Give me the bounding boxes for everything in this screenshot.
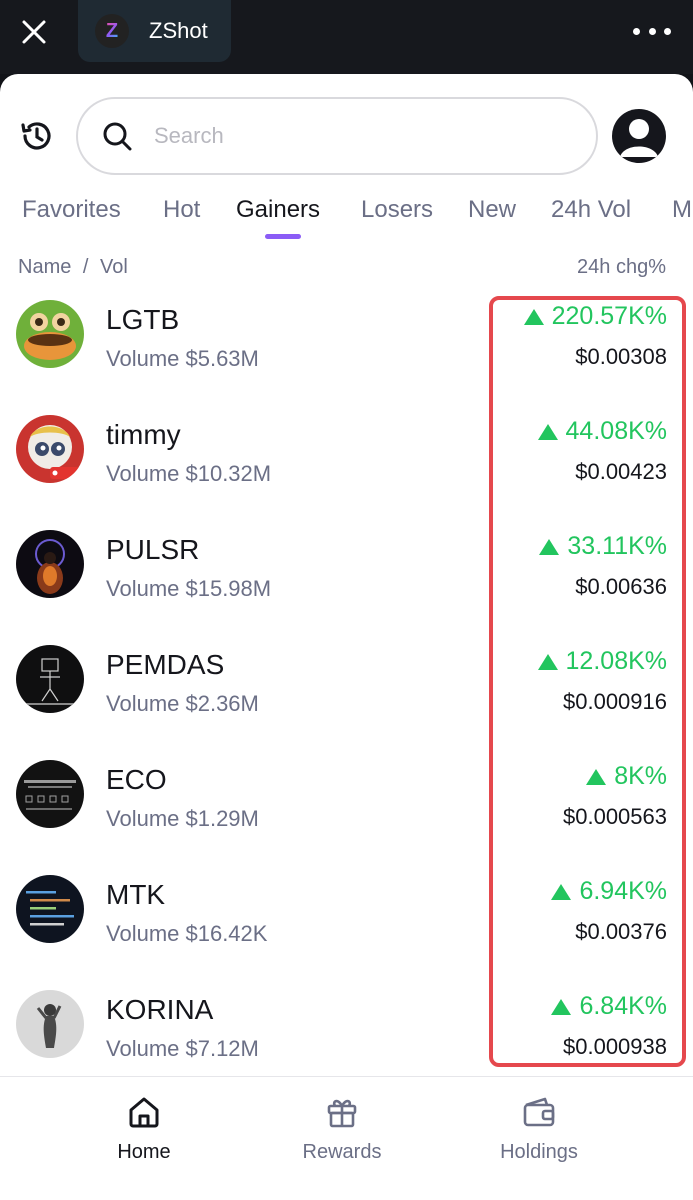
tab-gainers[interactable]: Gainers [236,196,320,224]
app-title: ZShot [149,18,208,43]
coin-row[interactable]: PULSR Volume $15.98M 33.11K% $0.00636 [0,530,693,645]
dot [648,27,656,35]
dot [633,27,640,35]
coin-volume: Volume $15.98M [106,576,272,601]
active-tab-indicator [265,234,301,239]
coin-avatar [16,645,84,713]
tab-favorites[interactable]: Favorites [22,196,121,224]
profile-avatar-button[interactable] [612,109,666,163]
coin-name: PEMDAS [106,649,225,680]
coin-name: timmy [106,419,181,450]
search-input[interactable] [154,123,554,149]
up-triangle-icon [537,653,558,670]
coin-price: $0.00308 [575,344,667,369]
coin-avatar [16,990,84,1058]
coin-avatar [16,415,84,483]
app-title-pill: Z ZShot [78,0,231,62]
tab-24h-vol[interactable]: 24h Vol [551,196,631,224]
home-icon [129,1097,159,1128]
coin-price: $0.00636 [575,574,667,599]
dot [664,27,671,35]
coin-change: 6.84K% [551,992,667,1021]
nav-home[interactable]: Home [74,1095,214,1164]
coin-volume: Volume $1.29M [106,806,259,831]
nav-home-label: Home [117,1141,171,1163]
coin-name: MTK [106,879,166,910]
name-vol-header[interactable]: Name / Vol [18,256,128,279]
tab-hot[interactable]: Hot [163,196,200,224]
close-button[interactable] [14,12,54,52]
nav-holdings-label: Holdings [500,1141,578,1163]
coin-row[interactable]: ECO Volume $1.29M 8K% $0.000563 [0,760,693,875]
search-bar[interactable] [76,97,598,175]
search-icon [103,122,132,151]
coin-row[interactable]: PEMDAS Volume $2.36M 12.08K% $0.000916 [0,645,693,760]
change-header[interactable]: 24h chg% [577,256,666,279]
coin-change: 12.08K% [537,647,667,676]
coin-row[interactable]: timmy Volume $10.32M 44.08K% $0.00423 [0,415,693,530]
coin-change: 8K% [586,762,667,791]
coin-row[interactable]: MTK Volume $16.42K 6.94K% $0.00376 [0,875,693,990]
coin-volume: Volume $5.63M [106,346,259,371]
tab-new[interactable]: New [468,196,516,224]
coin-name: LGTB [106,304,180,335]
up-triangle-icon [523,308,544,325]
coin-price: $0.00423 [575,459,667,484]
close-icon [22,20,46,44]
wallet-icon [523,1097,555,1127]
nav-rewards-label: Rewards [302,1141,382,1163]
up-triangle-icon [537,423,558,440]
coin-change: 44.08K% [537,417,667,446]
list-header: Name / Vol 24h chg% [0,254,693,284]
coin-volume: Volume $7.12M [106,1036,259,1061]
coin-volume: Volume $2.36M [106,691,259,716]
gift-icon [327,1099,357,1128]
coin-volume: Volume $16.42K [106,921,268,946]
bottom-navigation: Home Rewards Holdings [0,1076,693,1200]
main-sheet: Favorites Hot Gainers Losers New 24h Vol… [0,74,693,1200]
coin-change: 33.11K% [539,532,667,561]
coin-change: 6.94K% [551,877,667,906]
top-bar: Z ZShot [0,0,693,74]
coin-price: $0.00376 [575,919,667,944]
coin-avatar [16,530,84,598]
tab-more[interactable]: M [672,196,692,224]
nav-rewards[interactable]: Rewards [272,1095,412,1164]
coin-price: $0.000938 [563,1034,667,1059]
up-triangle-icon [586,768,607,785]
up-triangle-icon [551,883,572,900]
category-tabs: Favorites Hot Gainers Losers New 24h Vol… [0,192,693,242]
app-logo: Z [95,14,129,48]
coin-avatar [16,760,84,828]
coin-name: KORINA [106,994,214,1025]
coin-volume: Volume $10.32M [106,461,272,486]
history-button[interactable] [17,116,57,156]
tab-losers[interactable]: Losers [361,196,433,224]
up-triangle-icon [551,998,572,1015]
coin-change: 220.57K% [523,302,667,331]
coin-price: $0.000563 [563,804,667,829]
nav-holdings[interactable]: Holdings [469,1095,609,1164]
coin-row[interactable]: LGTB Volume $5.63M 220.57K% $0.00308 [0,300,693,415]
coin-name: ECO [106,764,167,795]
history-icon [21,122,51,150]
coin-avatar [16,300,84,368]
user-icon [620,119,658,157]
coin-avatar [16,875,84,943]
more-options-button[interactable] [633,18,671,44]
up-triangle-icon [539,538,560,555]
coin-price: $0.000916 [563,689,667,714]
coin-name: PULSR [106,534,200,565]
